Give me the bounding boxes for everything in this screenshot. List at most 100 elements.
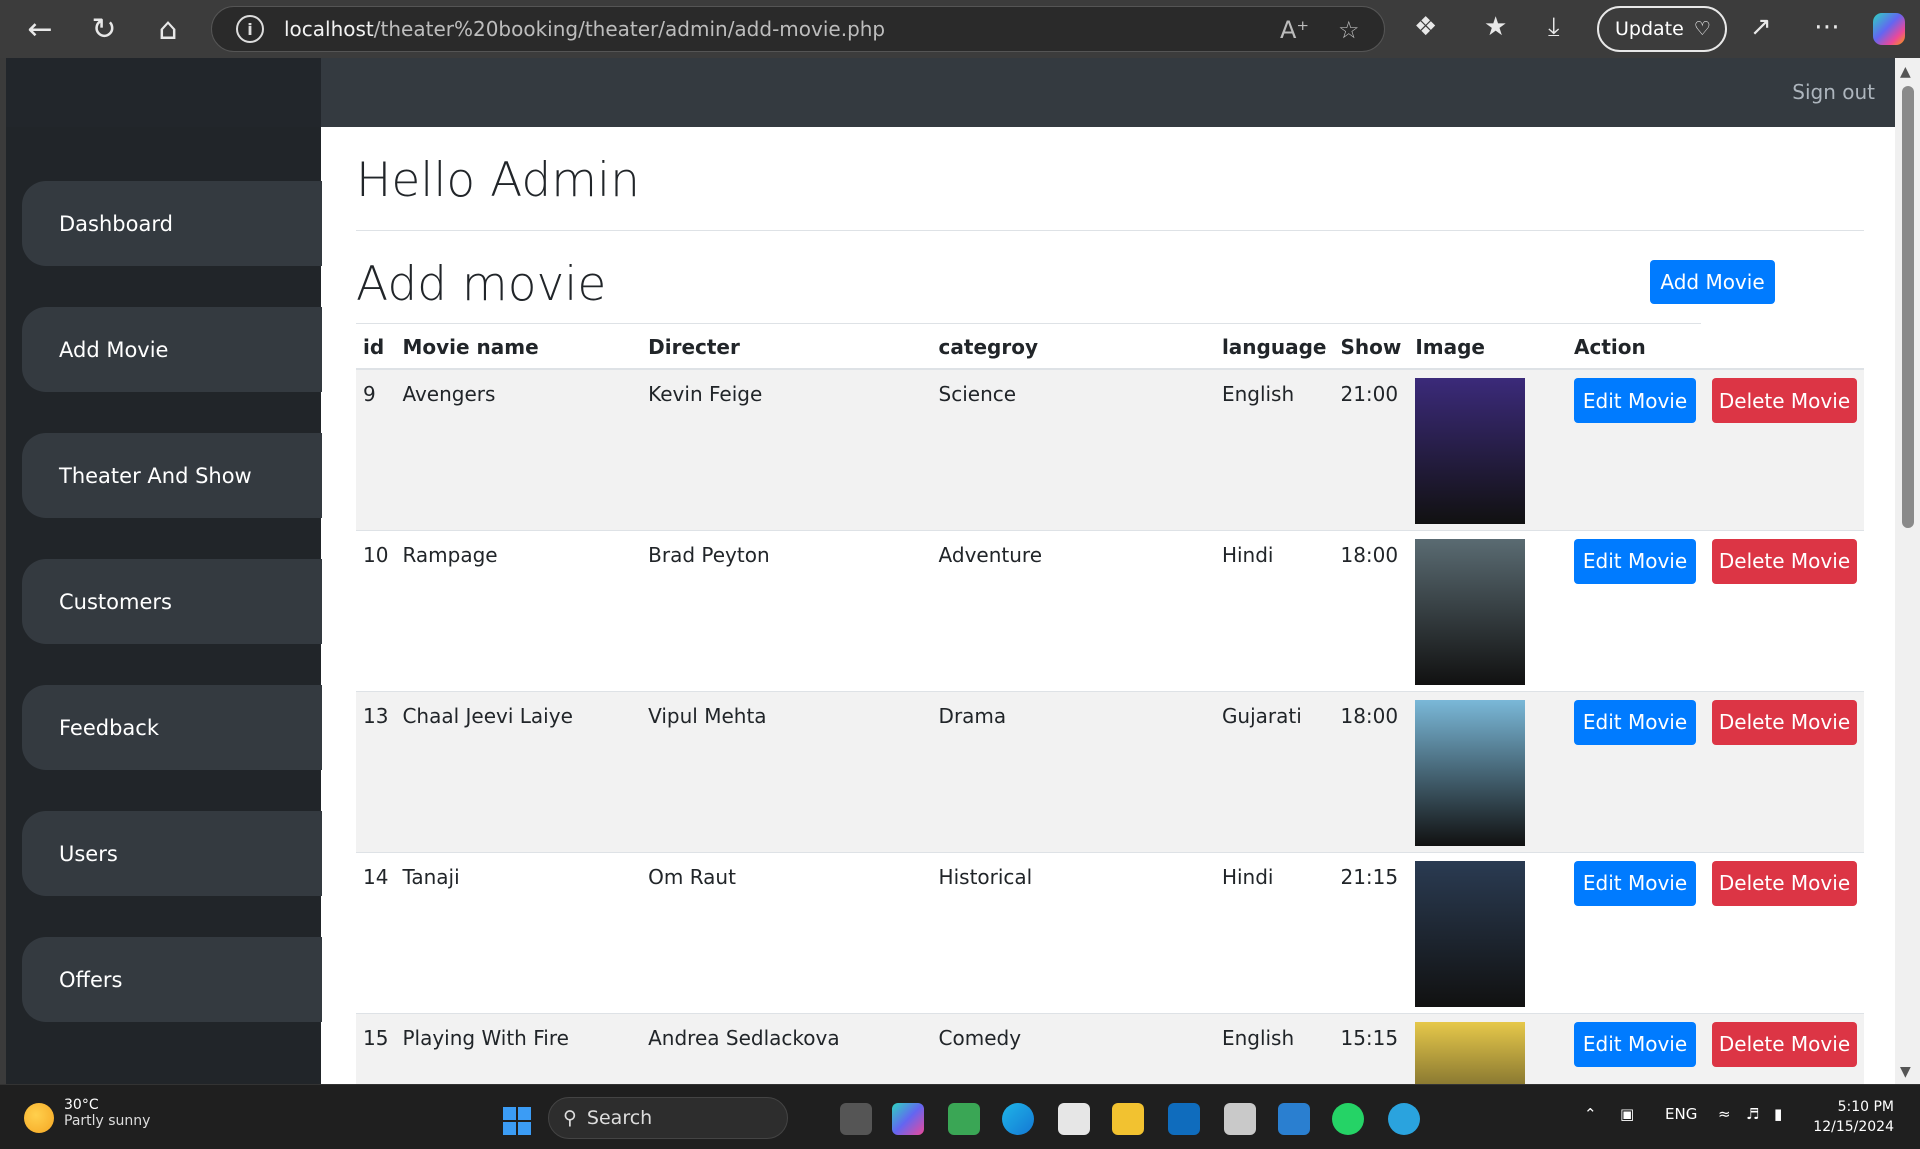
copilot-icon[interactable] (1873, 13, 1905, 45)
movie-poster-image (1415, 538, 1526, 685)
whatsapp-icon[interactable] (1332, 1103, 1364, 1135)
table-row: 13 Chaal Jeevi Laiye Vipul Mehta Drama Gujar… (356, 690, 1864, 852)
app-icon[interactable] (1224, 1103, 1256, 1135)
favorites-icon[interactable]: ★ (1484, 12, 1507, 42)
cell-director: Vipul Mehta (641, 690, 932, 852)
cell-director: Kevin Feige (641, 368, 932, 530)
cell-director: Andrea Sedlackova (641, 1012, 932, 1084)
sidebar-item-dashboard[interactable]: Dashboard (22, 181, 322, 266)
table-row: 14 Tanaji Om Raut Historical Hindi 21:15 Edit … (356, 851, 1864, 1013)
delete-movie-button[interactable]: Delete Movie (1712, 378, 1857, 423)
main-content: Hello Admin Add movie Add Movie id Movie… (356, 127, 1864, 1084)
delete-movie-button[interactable]: Delete Movie (1712, 538, 1857, 584)
cell-id: 14 (356, 851, 396, 1013)
cell-image (1408, 690, 1567, 852)
search-icon: ⚲ (563, 1107, 577, 1129)
share-icon[interactable]: ↗ (1750, 12, 1772, 42)
cell-id: 15 (356, 1012, 396, 1084)
telegram-icon[interactable] (1388, 1103, 1420, 1135)
sidebar-item-customers[interactable]: Customers (22, 559, 322, 644)
sidebar-item-feedback[interactable]: Feedback (22, 685, 322, 770)
outlook-icon[interactable] (1168, 1103, 1200, 1135)
cell-image (1408, 851, 1567, 1013)
windows-taskbar: 30°C Partly sunny ⚲ Search ⌃ ▣ ENG ≈ ♬ ▮… (0, 1084, 1920, 1149)
sidebar-item-add-movie[interactable]: Add Movie (22, 307, 322, 392)
edit-movie-button[interactable]: Edit Movie (1574, 1021, 1696, 1067)
cell-id: 10 (356, 529, 396, 691)
clock-date: 12/15/2024 (1813, 1119, 1894, 1135)
cell-language: Hindi (1214, 851, 1334, 1013)
url-text: localhost/theater%20booking/theater/admi… (284, 17, 886, 41)
update-button[interactable]: Update ♡ (1597, 6, 1727, 52)
col-header-category: categroy (931, 324, 1215, 370)
widgets-app-icon[interactable] (948, 1103, 980, 1135)
update-heart-icon: ♡ (1693, 18, 1711, 40)
add-movie-button[interactable]: Add Movie (1650, 260, 1775, 304)
scrollbar-thumb[interactable] (1902, 86, 1914, 528)
cell-language: Gujarati (1214, 690, 1334, 852)
sidebar-item-theater-and-show[interactable]: Theater And Show (22, 433, 322, 518)
edit-movie-button[interactable]: Edit Movie (1574, 860, 1696, 906)
page-viewport: Dashboard Add Movie Theater And Show Cus… (6, 58, 1895, 1084)
cell-action: Edit Movie Delete Movie (1567, 851, 1864, 1013)
scroll-up-icon[interactable]: ▲ (1900, 64, 1911, 80)
edit-movie-button[interactable]: Edit Movie (1574, 378, 1696, 423)
table-row: 15 Playing With Fire Andrea Sedlackova Come… (356, 1012, 1864, 1084)
more-menu-icon[interactable]: ⋯ (1814, 12, 1840, 42)
site-info-icon[interactable]: i (236, 15, 264, 43)
table-row: 10 Rampage Brad Peyton Adventure Hindi 18:00 E… (356, 529, 1864, 691)
store-icon[interactable] (1058, 1103, 1090, 1135)
top-navbar: Sign out (321, 58, 1895, 127)
edge-browser-icon[interactable] (1002, 1103, 1034, 1135)
table-header-row: id Movie name Directer categroy language… (356, 324, 1864, 370)
sidebar-brand-area (6, 58, 321, 127)
address-bar[interactable]: i localhost/theater%20booking/theater/ad… (211, 6, 1385, 52)
copilot-app-icon[interactable] (892, 1103, 924, 1135)
system-clock[interactable]: 5:10 PM 12/15/2024 (1813, 1097, 1894, 1137)
cell-movie-name: Rampage (395, 529, 642, 691)
task-view-icon[interactable] (840, 1103, 872, 1135)
col-header-action: Action (1567, 324, 1864, 370)
delete-movie-button[interactable]: Delete Movie (1712, 860, 1857, 906)
favorite-star-icon[interactable]: ☆ (1338, 16, 1360, 44)
cell-category: Adventure (931, 529, 1215, 691)
downloads-icon[interactable]: ⤓ (1548, 12, 1560, 43)
back-icon[interactable]: ← (8, 0, 72, 58)
sidebar-item-users[interactable]: Users (22, 811, 322, 896)
edit-movie-button[interactable]: Edit Movie (1574, 538, 1696, 584)
cell-show: 15:15 (1333, 1012, 1409, 1084)
delete-movie-button[interactable]: Delete Movie (1712, 1021, 1857, 1067)
scroll-down-icon[interactable]: ▼ (1900, 1064, 1911, 1080)
search-label: Search (586, 1107, 653, 1129)
cell-action: Edit Movie Delete Movie (1567, 529, 1864, 691)
cell-director: Brad Peyton (641, 529, 932, 691)
refresh-icon[interactable]: ↻ (72, 0, 136, 58)
cell-action: Edit Movie Delete Movie (1567, 368, 1864, 530)
vscode-icon[interactable] (1278, 1103, 1310, 1135)
home-icon[interactable]: ⌂ (136, 0, 200, 58)
delete-movie-button[interactable]: Delete Movie (1712, 699, 1857, 745)
cell-action: Edit Movie Delete Movie (1567, 690, 1864, 852)
clock-time: 5:10 PM (1837, 1099, 1894, 1115)
battery-icon[interactable]: ▮ (1774, 1105, 1782, 1123)
volume-icon[interactable]: ♬ (1746, 1105, 1759, 1123)
sidebar-item-offers[interactable]: Offers (22, 937, 322, 1022)
wifi-icon[interactable]: ≈ (1718, 1105, 1731, 1123)
section-header: Add movie Add Movie (356, 231, 1864, 323)
language-indicator[interactable]: ENG (1665, 1105, 1697, 1123)
cell-show: 21:15 (1333, 851, 1409, 1013)
start-icon[interactable] (503, 1107, 531, 1135)
read-aloud-icon[interactable]: A⁺ (1280, 16, 1309, 44)
sign-out-link[interactable]: Sign out (1792, 80, 1875, 104)
cell-image (1408, 529, 1567, 691)
file-explorer-icon[interactable] (1112, 1103, 1144, 1135)
edit-movie-button[interactable]: Edit Movie (1574, 699, 1696, 745)
tray-display-icon[interactable]: ▣ (1620, 1105, 1634, 1123)
tray-chevron-up-icon[interactable]: ⌃ (1584, 1105, 1597, 1123)
weather-widget[interactable]: 30°C Partly sunny (24, 1097, 150, 1133)
cell-show: 18:00 (1333, 690, 1409, 852)
extensions-icon[interactable]: ❖ (1414, 12, 1437, 42)
taskbar-search[interactable]: ⚲ Search (548, 1097, 788, 1139)
weather-temp: 30°C (64, 1097, 99, 1113)
page-scrollbar[interactable]: ▲ ▼ (1895, 58, 1920, 1084)
